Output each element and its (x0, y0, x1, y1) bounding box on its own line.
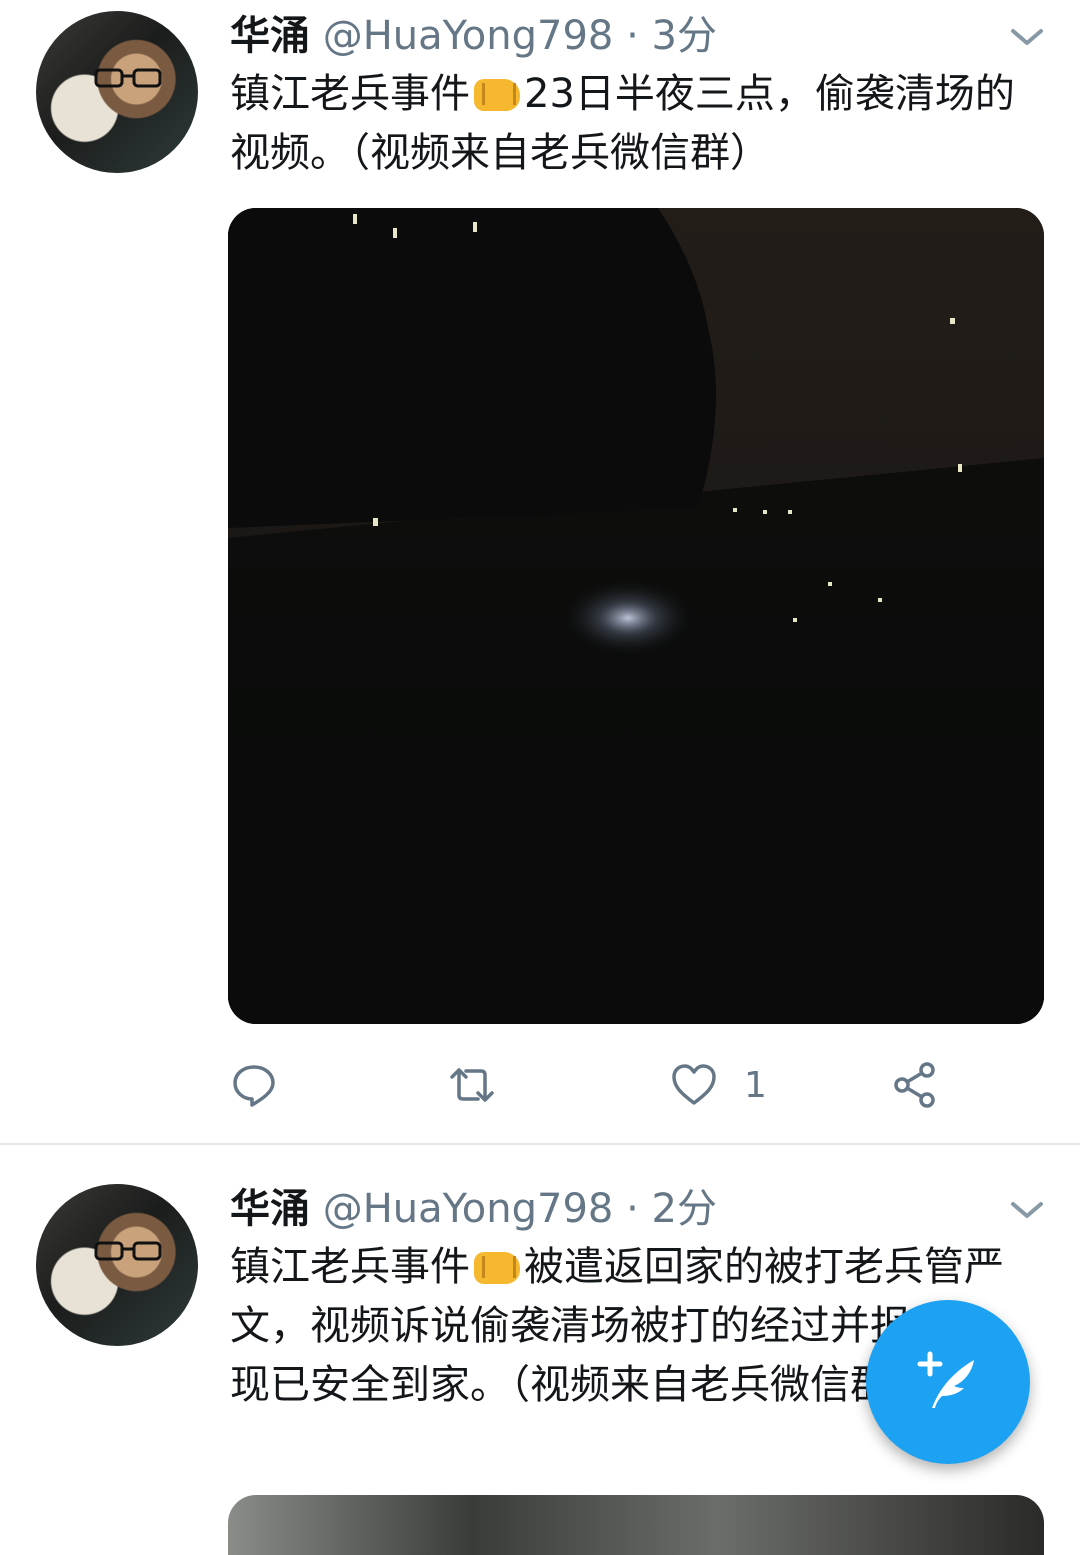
avatar[interactable] (36, 11, 198, 173)
reply-button[interactable] (230, 1055, 278, 1115)
tweet-text-part: 镇江老兵事件 (230, 71, 470, 117)
avatar[interactable] (36, 1184, 198, 1346)
display-name[interactable]: 华涌 (230, 13, 310, 59)
avatar-glasses (94, 1241, 162, 1261)
retweet-icon (450, 1068, 494, 1102)
user-handle[interactable]: @HuaYong798 (323, 13, 614, 59)
tweet-text: 镇江老兵事件 23日半夜三点，偷袭清场的视频。（视频来自老兵微信群） (230, 65, 1030, 183)
night-video-frame (228, 208, 1044, 1024)
tweet-header: 华涌 @HuaYong798 · 2分 (230, 1184, 717, 1234)
chevron-down-icon[interactable] (1010, 1199, 1044, 1221)
heart-icon (672, 1064, 716, 1105)
user-handle[interactable]: @HuaYong798 (323, 1186, 614, 1232)
tweet-video[interactable] (228, 1495, 1044, 1555)
avatar-glasses (94, 68, 162, 88)
separator: · (626, 1186, 639, 1232)
reply-icon (233, 1065, 275, 1107)
retweet-button[interactable] (448, 1055, 496, 1115)
share-icon (894, 1062, 935, 1108)
compose-button[interactable] (866, 1300, 1030, 1464)
tweet[interactable]: 华涌 @HuaYong798 · 3分 镇江老兵事件 23日半夜三点，偷袭清场的视… (0, 0, 1080, 1145)
share-button[interactable] (891, 1055, 939, 1115)
tweet-header: 华涌 @HuaYong798 · 3分 (230, 11, 717, 61)
compose-icon (917, 1351, 974, 1408)
display-name[interactable]: 华涌 (230, 1186, 310, 1232)
chevron-down-icon[interactable] (1010, 26, 1044, 48)
timestamp[interactable]: 2分 (652, 1186, 717, 1232)
tweet-actions: 1 (228, 1055, 988, 1115)
fist-icon (474, 1252, 520, 1284)
tweet-video[interactable] (228, 208, 1044, 1024)
separator: · (626, 13, 639, 59)
like-count: 1 (744, 1064, 767, 1106)
like-button[interactable]: 1 (670, 1055, 767, 1115)
tweet-text-part: 镇江老兵事件 (230, 1244, 470, 1290)
timestamp[interactable]: 3分 (652, 13, 717, 59)
fist-icon (474, 79, 520, 111)
